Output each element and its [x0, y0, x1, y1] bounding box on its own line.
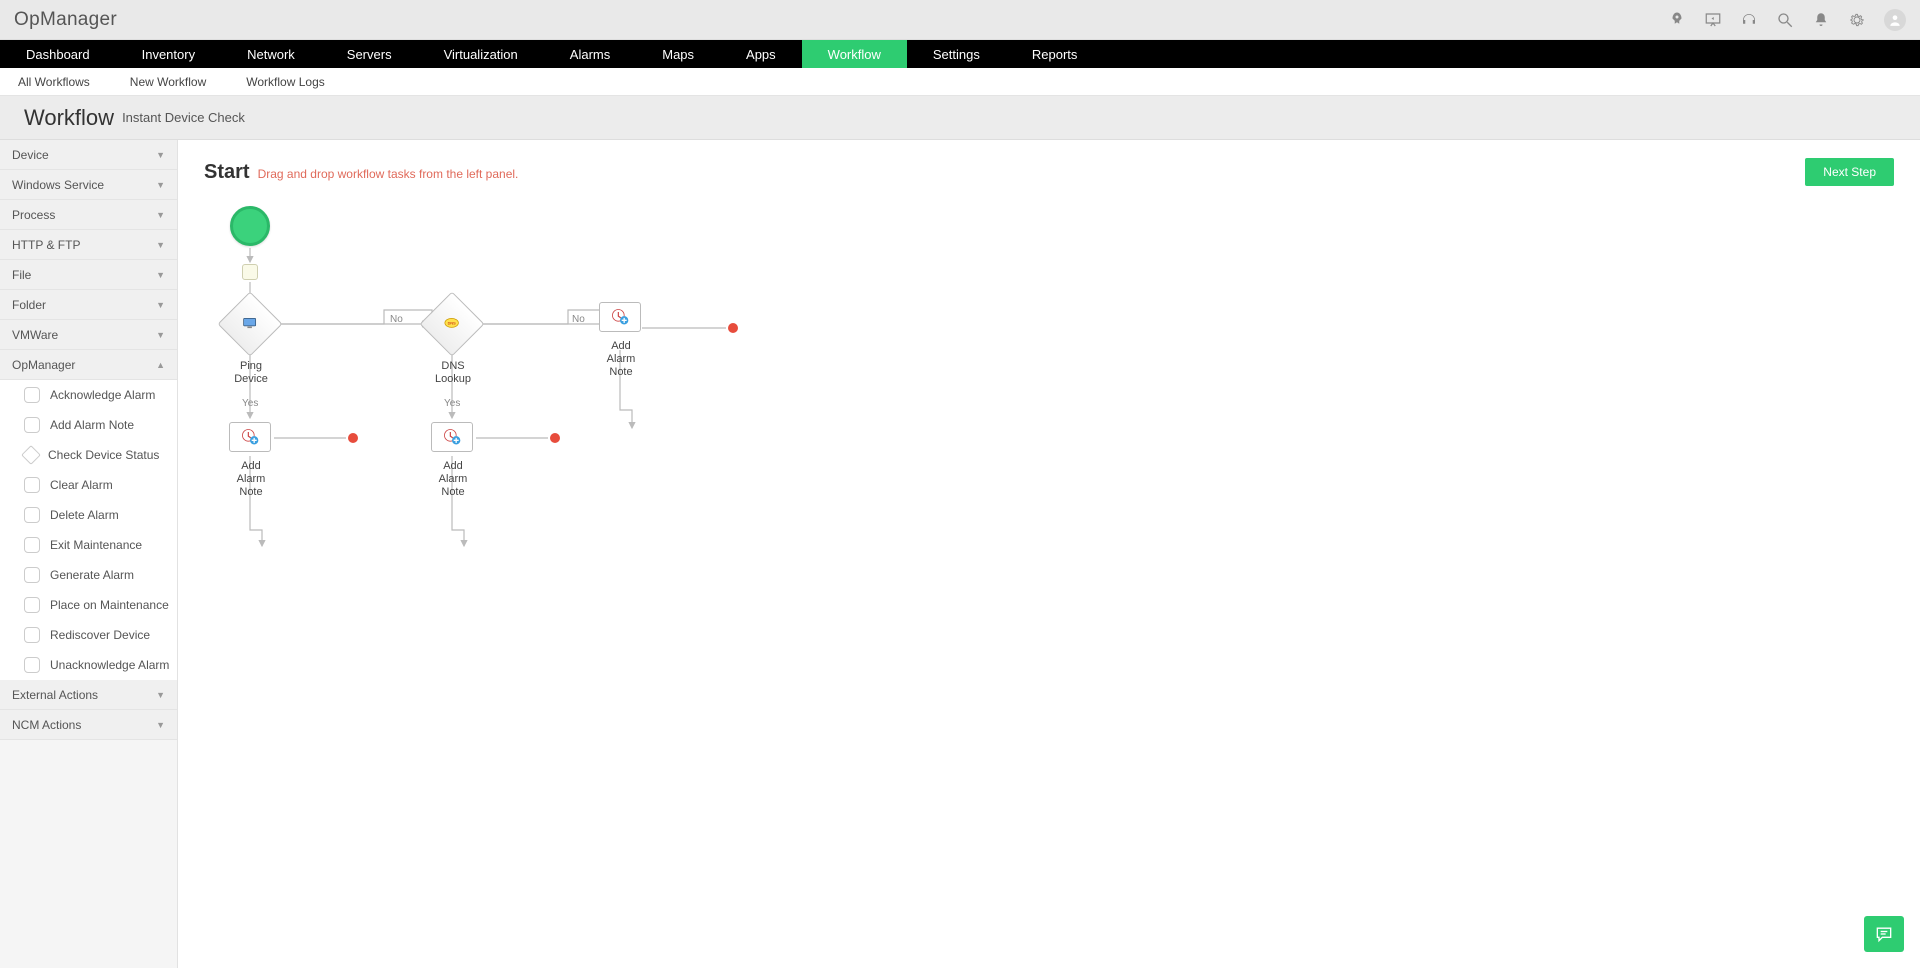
- flow-add-note-label: AddAlarmNote: [596, 336, 646, 379]
- edge-label-yes: Yes: [242, 398, 258, 409]
- flow-start-node[interactable]: [230, 206, 270, 246]
- task-icon: [24, 387, 40, 403]
- sidebar-group-ncm-actions[interactable]: NCM Actions▼: [0, 710, 177, 740]
- task-icon: [24, 507, 40, 523]
- task-delete-alarm[interactable]: Delete Alarm: [0, 500, 177, 530]
- task-add-alarm-note[interactable]: Add Alarm Note: [0, 410, 177, 440]
- chevron-down-icon: ▼: [156, 270, 165, 280]
- sidebar-group-http-ftp[interactable]: HTTP & FTP▼: [0, 230, 177, 260]
- nav-dashboard[interactable]: Dashboard: [0, 40, 116, 68]
- chevron-down-icon: ▼: [156, 300, 165, 310]
- brand-label: OpManager: [14, 9, 117, 31]
- sub-nav: All Workflows New Workflow Workflow Logs: [0, 68, 1920, 96]
- flow-ping-device-node[interactable]: [227, 301, 273, 347]
- task-check-device-status[interactable]: Check Device Status: [0, 440, 177, 470]
- flow-add-alarm-note-node[interactable]: [599, 302, 641, 332]
- top-icon-group: [1668, 9, 1906, 31]
- chat-fab-button[interactable]: [1864, 916, 1904, 952]
- gear-icon[interactable]: [1848, 11, 1866, 29]
- chevron-down-icon: ▼: [156, 150, 165, 160]
- edge-label-yes: Yes: [444, 398, 460, 409]
- start-hint: Drag and drop workflow tasks from the le…: [258, 167, 519, 181]
- task-unacknowledge-alarm[interactable]: Unacknowledge Alarm: [0, 650, 177, 680]
- flow-ping-label: PingDevice: [228, 356, 274, 386]
- headset-icon[interactable]: [1740, 11, 1758, 29]
- top-bar: OpManager: [0, 0, 1920, 40]
- sidebar-group-file[interactable]: File▼: [0, 260, 177, 290]
- edge-label-no: No: [390, 314, 403, 325]
- main-nav: DashboardInventoryNetworkServersVirtuali…: [0, 40, 1920, 68]
- flow-connectors: [204, 200, 1604, 800]
- sidebar-group-folder[interactable]: Folder▼: [0, 290, 177, 320]
- nav-reports[interactable]: Reports: [1006, 40, 1104, 68]
- nav-inventory[interactable]: Inventory: [116, 40, 221, 68]
- nav-workflow[interactable]: Workflow: [802, 40, 907, 68]
- nav-alarms[interactable]: Alarms: [544, 40, 636, 68]
- nav-servers[interactable]: Servers: [321, 40, 418, 68]
- flow-end-dot[interactable]: [550, 433, 560, 443]
- start-label: Start: [204, 161, 250, 184]
- task-sidebar: Device▼Windows Service▼Process▼HTTP & FT…: [0, 140, 178, 968]
- task-acknowledge-alarm[interactable]: Acknowledge Alarm: [0, 380, 177, 410]
- task-icon: [24, 597, 40, 613]
- sidebar-group-vmware[interactable]: VMWare▼: [0, 320, 177, 350]
- nav-settings[interactable]: Settings: [907, 40, 1006, 68]
- edge-label-no: No: [572, 314, 585, 325]
- task-icon: [24, 537, 40, 553]
- sidebar-group-external-actions[interactable]: External Actions▼: [0, 680, 177, 710]
- task-icon: [24, 417, 40, 433]
- sidebar-group-windows-service[interactable]: Windows Service▼: [0, 170, 177, 200]
- flow-area[interactable]: PingDevice No DNS DNSLookup No AddAlarmN…: [204, 200, 1920, 800]
- svg-text:DNS: DNS: [448, 321, 456, 325]
- subnav-workflow-logs[interactable]: Workflow Logs: [246, 75, 324, 89]
- chevron-down-icon: ▼: [156, 240, 165, 250]
- chevron-down-icon: ▼: [156, 690, 165, 700]
- sidebar-group-opmanager[interactable]: OpManager▲: [0, 350, 177, 380]
- sidebar-group-process[interactable]: Process▼: [0, 200, 177, 230]
- task-exit-maintenance[interactable]: Exit Maintenance: [0, 530, 177, 560]
- page-title: Workflow: [24, 105, 114, 131]
- title-bar: Workflow Instant Device Check: [0, 96, 1920, 140]
- chevron-down-icon: ▼: [156, 180, 165, 190]
- next-step-button[interactable]: Next Step: [1805, 158, 1894, 186]
- chevron-down-icon: ▼: [156, 720, 165, 730]
- task-generate-alarm[interactable]: Generate Alarm: [0, 560, 177, 590]
- flow-dns-lookup-node[interactable]: DNS: [429, 301, 475, 347]
- subnav-all-workflows[interactable]: All Workflows: [18, 75, 90, 89]
- subnav-new-workflow[interactable]: New Workflow: [130, 75, 206, 89]
- flow-end-dot[interactable]: [728, 323, 738, 333]
- nav-maps[interactable]: Maps: [636, 40, 720, 68]
- chevron-up-icon: ▲: [156, 360, 165, 370]
- flow-add-note-label: AddAlarmNote: [226, 456, 276, 499]
- task-icon: [21, 445, 41, 465]
- nav-virtualization[interactable]: Virtualization: [418, 40, 544, 68]
- task-icon: [24, 657, 40, 673]
- workflow-canvas: Start Drag and drop workflow tasks from …: [178, 140, 1920, 968]
- sidebar-group-device[interactable]: Device▼: [0, 140, 177, 170]
- user-avatar-icon[interactable]: [1884, 9, 1906, 31]
- flow-end-dot[interactable]: [348, 433, 358, 443]
- flow-add-note-label: AddAlarmNote: [428, 456, 478, 499]
- task-icon: [24, 627, 40, 643]
- task-clear-alarm[interactable]: Clear Alarm: [0, 470, 177, 500]
- search-icon[interactable]: [1776, 11, 1794, 29]
- nav-apps[interactable]: Apps: [720, 40, 802, 68]
- presentation-icon[interactable]: [1704, 11, 1722, 29]
- rocket-icon[interactable]: [1668, 11, 1686, 29]
- flow-add-alarm-note-node[interactable]: [229, 422, 271, 452]
- flow-add-alarm-note-node[interactable]: [431, 422, 473, 452]
- bell-icon[interactable]: [1812, 11, 1830, 29]
- task-rediscover-device[interactable]: Rediscover Device: [0, 620, 177, 650]
- canvas-header: Start Drag and drop workflow tasks from …: [178, 140, 1920, 186]
- task-icon: [24, 567, 40, 583]
- flow-connector-box[interactable]: [242, 264, 258, 280]
- chevron-down-icon: ▼: [156, 210, 165, 220]
- page-subtitle: Instant Device Check: [122, 110, 245, 125]
- chevron-down-icon: ▼: [156, 330, 165, 340]
- nav-network[interactable]: Network: [221, 40, 321, 68]
- flow-dns-label: DNSLookup: [430, 356, 476, 386]
- task-icon: [24, 477, 40, 493]
- task-place-on-maintenance[interactable]: Place on Maintenance: [0, 590, 177, 620]
